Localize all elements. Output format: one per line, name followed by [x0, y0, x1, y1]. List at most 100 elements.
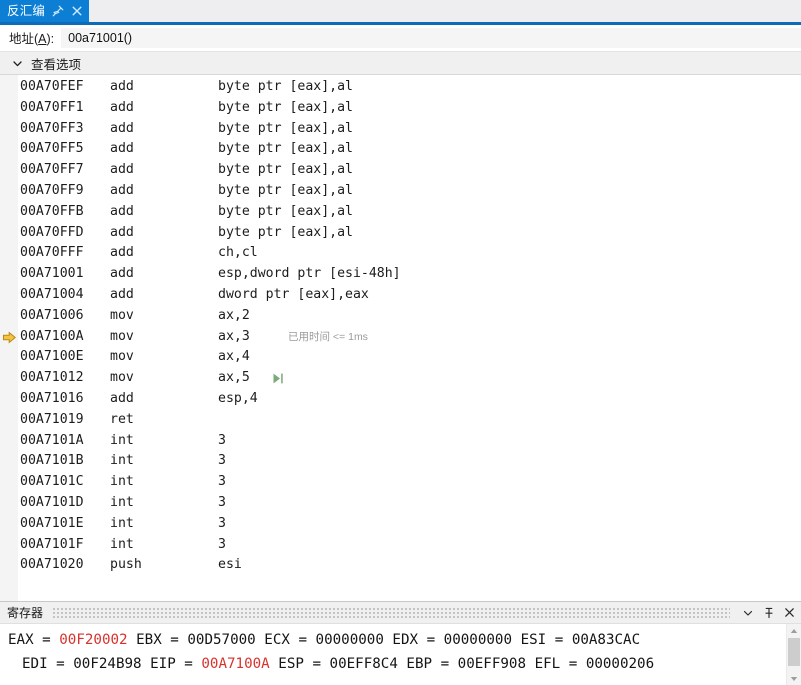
instruction-operands: byte ptr [eax],al	[218, 224, 353, 240]
register-name: ESI	[520, 632, 547, 648]
disassembly-line[interactable]: 00A7100E mov ax,4	[0, 347, 801, 368]
run-to-cursor-icon[interactable]	[272, 368, 288, 389]
pin-icon[interactable]	[52, 5, 64, 17]
register-name: EDX	[392, 632, 419, 648]
instruction-address: 00A71019	[20, 411, 84, 427]
register-equals: =	[418, 632, 444, 648]
instruction-mnemonic: add	[110, 182, 134, 198]
disassembly-line[interactable]: 00A7100A mov ax,3 已用时间 <= 1ms	[0, 327, 801, 348]
disassembly-line[interactable]: 00A71016 add esp,4	[0, 389, 801, 410]
disassembly-lines: 00A70FEF add byte ptr [eax],al 00A70FF1 add b…	[0, 77, 801, 601]
view-options-bar[interactable]: 查看选项	[0, 51, 801, 75]
instruction-mnemonic: add	[110, 141, 134, 157]
register-equals: =	[175, 656, 202, 672]
scrollbar-thumb[interactable]	[788, 638, 800, 666]
instruction-address: 00A7101A	[20, 432, 84, 448]
registers-header: 寄存器	[0, 602, 801, 624]
instruction-address: 00A7101F	[20, 536, 84, 552]
register-row: EAX = 00F20002 EBX = 00D57000 ECX = 0000…	[0, 628, 787, 652]
disassembly-line[interactable]: 00A70FEF add byte ptr [eax],al	[0, 77, 801, 98]
instruction-mnemonic: add	[110, 203, 134, 219]
disassembly-line[interactable]: 00A71020 push esi	[0, 555, 801, 576]
disassembly-line[interactable]: 00A70FF3 add byte ptr [eax],al	[0, 119, 801, 140]
disassembly-line[interactable]: 00A70FFD add byte ptr [eax],al	[0, 223, 801, 244]
register-equals: =	[546, 632, 572, 648]
instruction-operands: 3	[218, 432, 226, 448]
instruction-address: 00A70FEF	[20, 79, 84, 94]
instruction-address: 00A71012	[20, 370, 84, 386]
register-value[interactable]: 00EFF908	[458, 656, 526, 672]
register-equals: =	[432, 656, 458, 672]
disassembly-line[interactable]: 00A71019 ret	[0, 410, 801, 431]
instruction-operands: byte ptr [eax],al	[218, 79, 353, 94]
instruction-mnemonic: add	[110, 224, 134, 240]
register-value[interactable]: 00D57000	[187, 632, 255, 648]
register-separator	[142, 656, 151, 672]
instruction-mnemonic: mov	[110, 370, 134, 386]
disassembly-line[interactable]: 00A71004 add dword ptr [eax],eax	[0, 285, 801, 306]
chevron-down-icon[interactable]	[12, 58, 23, 69]
registers-pane: 寄存器 EAX = 00F20002 EBX = 00D57000 ECX = …	[0, 601, 801, 685]
register-equals: =	[33, 632, 60, 648]
chevron-down-icon[interactable]	[740, 605, 755, 621]
scroll-up-icon[interactable]	[787, 624, 801, 637]
register-value[interactable]: 00000206	[586, 656, 654, 672]
instruction-operands: byte ptr [eax],al	[218, 99, 353, 115]
register-value[interactable]: 00F24B98	[73, 656, 141, 672]
yellow-arrow-icon[interactable]	[2, 330, 17, 345]
instruction-address: 00A71001	[20, 266, 84, 282]
register-value[interactable]: 00A7100A	[201, 656, 269, 672]
register-equals: =	[161, 632, 188, 648]
tab-disassembly[interactable]: 反汇编	[0, 0, 90, 22]
close-icon[interactable]	[782, 605, 797, 621]
disassembly-line[interactable]: 00A7101D int 3	[0, 493, 801, 514]
registers-scrollbar[interactable]	[786, 624, 801, 685]
disassembly-line[interactable]: 00A70FFB add byte ptr [eax],al	[0, 202, 801, 223]
instruction-address: 00A7100A	[20, 328, 84, 344]
disassembly-line[interactable]: 00A71001 add esp,dword ptr [esi-48h]	[0, 264, 801, 285]
view-options-label: 查看选项	[31, 57, 82, 72]
scroll-down-icon[interactable]	[787, 672, 801, 685]
instruction-mnemonic: ret	[110, 411, 134, 427]
register-value[interactable]: 00000000	[444, 632, 512, 648]
register-name: EBX	[136, 632, 162, 648]
register-value[interactable]: 00A83CAC	[572, 632, 640, 648]
pin-icon[interactable]	[761, 605, 776, 621]
register-value[interactable]: 00000000	[316, 632, 384, 648]
disassembly-line[interactable]: 00A7101C int 3	[0, 472, 801, 493]
disassembly-view[interactable]: 00A70FEF add byte ptr [eax],al 00A70FF1 add b…	[0, 75, 801, 601]
disassembly-line[interactable]: 00A7101E int 3	[0, 514, 801, 535]
disassembly-line[interactable]: 00A7101F int 3	[0, 535, 801, 556]
registers-text: EAX = 00F20002 EBX = 00D57000 ECX = 0000…	[0, 628, 787, 676]
disassembly-line[interactable]: 00A71006 mov ax,2	[0, 306, 801, 327]
disassembly-line[interactable]: 00A71012 mov ax,5	[0, 368, 801, 389]
disassembly-line[interactable]: 00A7101B int 3	[0, 451, 801, 472]
instruction-operands: ax,2	[218, 307, 250, 323]
instruction-address: 00A71006	[20, 307, 84, 323]
register-name: ESP	[278, 656, 304, 672]
disassembly-line[interactable]: 00A70FF9 add byte ptr [eax],al	[0, 181, 801, 202]
instruction-address: 00A70FF7	[20, 162, 84, 178]
disassembly-line[interactable]: 00A7101A int 3	[0, 431, 801, 452]
address-bar: 地址(A):	[0, 25, 801, 51]
address-input[interactable]	[61, 27, 801, 48]
disassembly-line[interactable]: 00A70FF5 add byte ptr [eax],al	[0, 139, 801, 160]
instruction-mnemonic: add	[110, 162, 134, 178]
disassembly-line[interactable]: 00A70FF1 add byte ptr [eax],al	[0, 98, 801, 119]
instruction-address: 00A71020	[20, 557, 84, 573]
register-equals: =	[47, 656, 74, 672]
instruction-address: 00A7101C	[20, 474, 84, 490]
instruction-address: 00A70FFF	[20, 245, 84, 261]
disassembly-line[interactable]: 00A70FFF add ch,cl	[0, 243, 801, 264]
instruction-operands: dword ptr [eax],eax	[218, 286, 369, 302]
disassembly-line[interactable]: 00A70FF7 add byte ptr [eax],al	[0, 160, 801, 181]
close-icon[interactable]	[71, 5, 83, 17]
registers-body[interactable]: EAX = 00F20002 EBX = 00D57000 ECX = 0000…	[0, 624, 801, 685]
register-name: EBP	[406, 656, 433, 672]
register-name: EIP	[150, 656, 176, 672]
instruction-operands: ax,4	[218, 349, 250, 365]
instruction-address: 00A7101B	[20, 453, 84, 469]
register-value[interactable]: 00F20002	[59, 632, 127, 648]
register-value[interactable]: 00EFF8C4	[330, 656, 398, 672]
register-row: EDI = 00F24B98 EIP = 00A7100A ESP = 00EF…	[0, 652, 787, 676]
